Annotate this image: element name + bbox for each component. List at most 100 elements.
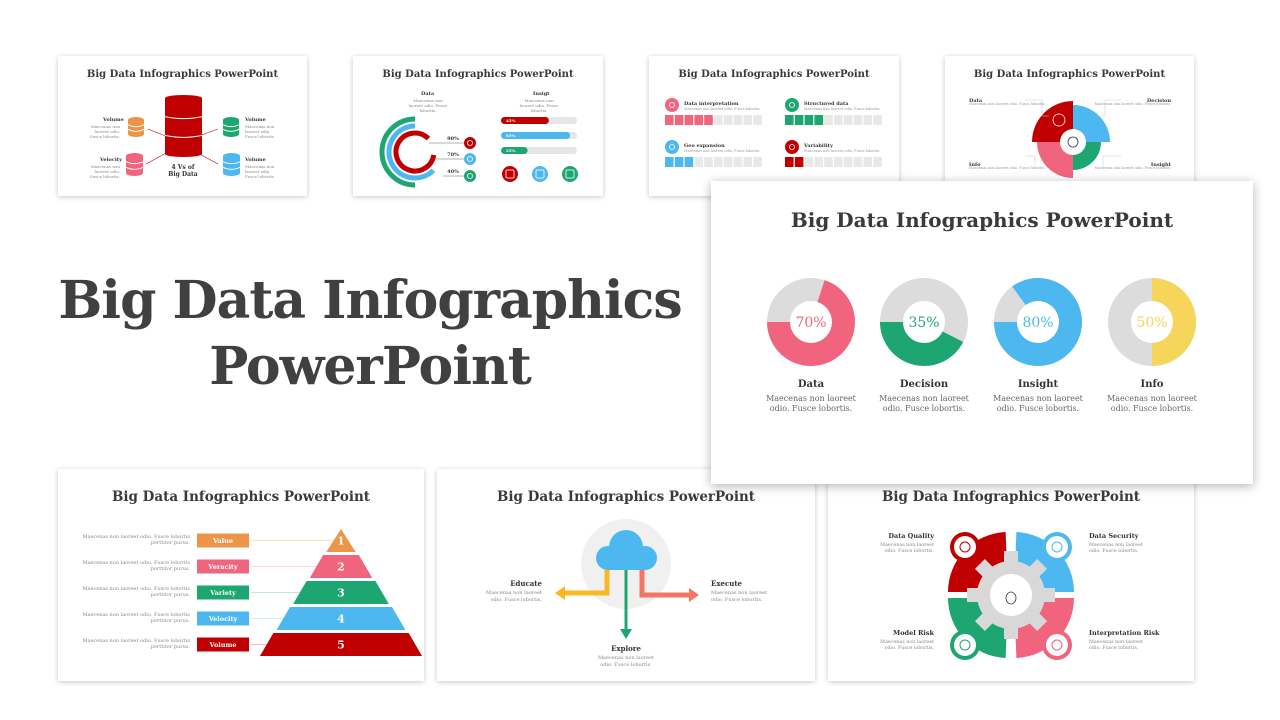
gear-icon xyxy=(967,551,1055,639)
slide-thumbnail-gear[interactable]: Big Data Infographics PowerPoint Data Qu… xyxy=(828,469,1194,681)
progress-block xyxy=(694,157,703,167)
item-desc: Maecenas non laoreet odio. Fusce loborti… xyxy=(485,590,542,603)
cylinder-bottom xyxy=(165,151,202,157)
cylinder-top xyxy=(126,153,143,159)
donut-desc: Maecenas non laoreet odio. Fusce loborti… xyxy=(879,394,969,414)
progress-block xyxy=(733,157,743,167)
progress-label: 25% xyxy=(506,148,516,153)
item-desc: Maecenas non laoreet odio. Fusce loborti… xyxy=(880,543,934,555)
cylinder-top xyxy=(223,153,240,159)
level-desc: Maecenas non laoreet odio. Fusce loborti… xyxy=(82,533,190,547)
item-desc: Maecenas non laoreet odio. Fusce loborti… xyxy=(1089,640,1143,652)
progress-block xyxy=(785,157,794,167)
progress-block xyxy=(814,115,823,125)
slide-thumbnail-cloud[interactable]: Big Data Infographics PowerPoint Educate… xyxy=(437,469,815,681)
progress-block xyxy=(674,115,684,125)
progress-block xyxy=(824,157,833,167)
progress-block xyxy=(743,157,752,167)
center-label: 4 Vs of Big Data xyxy=(168,164,198,178)
database-icon-main xyxy=(164,95,203,157)
feature-icon xyxy=(532,166,548,182)
connector-line xyxy=(1025,155,1036,164)
slide-thumbnail-4vs[interactable]: Big Data Infographics PowerPoint Volume … xyxy=(58,56,307,196)
level-number: 2 xyxy=(337,561,345,574)
progress-block xyxy=(834,115,843,125)
center-circle xyxy=(1060,129,1086,155)
level-desc: Maecenas non laoreet odio. Fusce loborti… xyxy=(82,637,190,651)
level-number: 4 xyxy=(337,613,345,626)
progress-block xyxy=(665,115,674,125)
donut-desc: Maecenas non laoreet odio. Fusce loborti… xyxy=(993,394,1083,414)
arrow-head xyxy=(555,586,565,600)
item-desc: Maecenas non laoreet odio. Fusce loborti… xyxy=(684,107,760,111)
donut-chart: 80% xyxy=(994,278,1082,366)
slide-thumbnail-blocks[interactable]: Big Data Infographics PowerPoint Maecena… xyxy=(649,56,899,196)
progress-block xyxy=(665,157,674,167)
progress-block xyxy=(694,115,703,125)
cylinder-body xyxy=(165,98,202,154)
item-desc: Maecenas non laoreet odio. Fusce loborti… xyxy=(804,107,880,111)
item-label: Volume xyxy=(245,117,266,123)
gear-center xyxy=(990,574,1032,616)
level-desc: Maecenas non laoreet odio. Fusce loborti… xyxy=(82,611,190,625)
item-label: Interpretation Risk xyxy=(1089,629,1160,637)
icon-background xyxy=(1046,634,1068,656)
cylinder-top xyxy=(223,117,239,123)
hero-title-line1: Big Data Infographics xyxy=(58,270,682,331)
item-icon xyxy=(665,140,679,154)
progress-block xyxy=(814,157,823,167)
item-label: Volume xyxy=(103,117,124,123)
item-desc: Maecenas non laoreet odio. Fusce loborti… xyxy=(804,149,880,153)
rings-and-bars: 90% 70% 40% 45% 65% 25% xyxy=(379,116,578,188)
slide-thumbnail-rings[interactable]: Big Data Infographics PowerPoint Data In… xyxy=(353,56,603,196)
icon-background xyxy=(954,634,976,656)
progress-block xyxy=(704,157,713,167)
progress-block xyxy=(804,115,814,125)
cylinder-bottom xyxy=(223,131,239,137)
ring-icon xyxy=(464,137,476,149)
item-label: Velocity xyxy=(100,157,122,163)
progress-block xyxy=(704,115,713,125)
hero-title-line2: PowerPoint xyxy=(209,336,532,397)
progress-block xyxy=(843,115,853,125)
item-desc: Maecenas non laoreet odio. Fusce loborti… xyxy=(711,590,768,603)
progress-block xyxy=(753,115,762,125)
cylinder-bottom xyxy=(128,131,144,137)
progress-block xyxy=(794,157,804,167)
level-desc: Maecenas non laoreet odio. Fusce loborti… xyxy=(82,585,190,599)
slide-thumbnail-pyramid[interactable]: Big Data Infographics PowerPoint 1 Value 2… xyxy=(58,469,424,681)
feature-icon xyxy=(562,166,578,182)
donut-label: Info xyxy=(1140,379,1164,390)
progress-block xyxy=(753,157,762,167)
progress-block xyxy=(723,157,733,167)
slide-thumbnail-quadrant[interactable]: Big Data Infographics PowerPoint Maecena… xyxy=(945,56,1194,196)
progress-block xyxy=(794,115,804,125)
item-desc: Maecenas non laoreet odio. Fusce loborti… xyxy=(245,164,276,180)
hero-title: Big Data Infographics PowerPoint xyxy=(40,268,700,400)
progress-block xyxy=(863,115,872,125)
item-desc: Maecenas non laoreet odio. Fusce loborti… xyxy=(1089,543,1143,555)
block-bars: Maecenas non laoreet odio. Fusce loborti… xyxy=(665,98,882,167)
slide-featured-donuts[interactable]: Big Data Infographics PowerPoint 70% 35% 8… xyxy=(711,181,1253,484)
level-number: 3 xyxy=(337,587,345,600)
progress-block xyxy=(824,115,833,125)
donut-desc: Maecenas non laoreet odio. Fusce loborti… xyxy=(766,394,856,414)
progress-block xyxy=(863,157,872,167)
progress-block xyxy=(723,115,733,125)
progress-block xyxy=(843,157,853,167)
cylinder-top xyxy=(165,95,202,101)
item-label: Explore xyxy=(611,644,641,653)
cylinder-top xyxy=(128,117,144,123)
item-icon xyxy=(665,98,679,112)
database-icon-volume xyxy=(222,117,240,137)
ring-value: 70% xyxy=(447,152,459,158)
ring-icon xyxy=(464,153,476,165)
item-desc: Maecenas non laoreet odio. Fusce loborti… xyxy=(880,640,934,652)
level-label: Velocity xyxy=(208,615,238,623)
progress-block xyxy=(834,157,843,167)
donut-percent: 80% xyxy=(1022,315,1053,331)
item-label: Data Quality xyxy=(888,532,934,540)
item-label: Data interpretation xyxy=(684,101,739,107)
item-label: Decision xyxy=(1146,98,1171,104)
item-label: Educate xyxy=(510,579,542,588)
